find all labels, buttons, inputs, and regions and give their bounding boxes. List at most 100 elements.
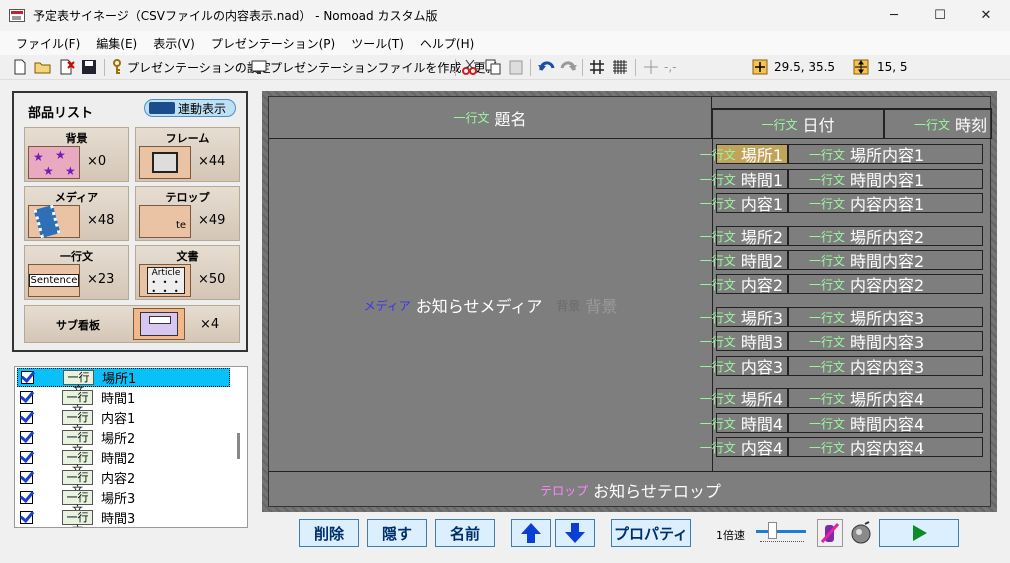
time-text: 時刻 [954,116,987,135]
schedule-label-cell[interactable]: 一行文 内容3 [700,356,788,377]
part-sub-signboard[interactable]: サブ看板 ×4 [24,305,240,343]
schedule-label-cell[interactable]: 一行文 場所3 [700,307,788,328]
layer-type-tag: 一行文 [62,410,93,437]
menu-help[interactable]: ヘルプ(H) [412,35,482,52]
layer-list[interactable]: 一行文 場所1 一行文 時間1 一行文 内容1 一行文 場所2 一行文 時間2 … [14,366,248,528]
mute-button[interactable] [817,519,843,547]
schedule-label-cell[interactable]: 一行文 内容1 [700,193,788,214]
new-file-icon[interactable] [12,58,28,76]
schedule-label-cell[interactable]: 一行文 場所2 [700,226,788,247]
schedule-label-cell[interactable]: 一行文 時間2 [700,250,788,271]
list-item[interactable]: 一行文 場所1 [17,368,230,397]
list-item[interactable]: 一行文 内容2 [17,468,230,497]
minimize-button[interactable]: ─ [871,0,917,31]
speed-slider-track[interactable] [756,530,806,533]
part-background[interactable]: 背景 ★ ★ ★ ★ ×0 [24,127,129,182]
cut-icon[interactable] [462,58,478,76]
title-region[interactable]: 一行文 題名 [269,97,712,139]
schedule-label-cell[interactable]: 一行文 時間3 [700,331,788,352]
schedule-label-cell[interactable]: 一行文 内容4 [700,437,788,458]
stage-area[interactable]: 一行文 題名 一行文 日付 一行文 時刻 メディア お知らせメディア 背景 背景… [262,91,997,512]
sentence-tag: 一行文 [699,172,736,187]
sentence-tag: 一行文 [809,440,846,455]
schedule-content-cell[interactable]: 一行文 場所内容2 [788,226,983,247]
layer-type-tag: 一行文 [62,450,93,477]
schedule-content-cell[interactable]: 一行文 場所内容1 [788,144,983,165]
visible-checkbox[interactable] [20,471,33,484]
list-item[interactable]: 一行文 時間3 [17,508,230,527]
list-item[interactable]: 一行文 場所2 [17,428,230,457]
move-up-button[interactable] [511,519,551,547]
speed-slider-thumb[interactable] [768,522,777,539]
grid-icon[interactable] [589,58,605,76]
visible-checkbox[interactable] [20,431,33,444]
schedule-content-cell[interactable]: 一行文 場所内容4 [788,388,983,409]
schedule-content-cell[interactable]: 一行文 時間内容2 [788,250,983,271]
list-item[interactable]: 一行文 内容1 [17,408,230,437]
time-region[interactable]: 一行文 時刻 [884,109,992,139]
visible-checkbox[interactable] [20,451,33,464]
schedule-content-cell[interactable]: 一行文 場所内容3 [788,307,983,328]
fine-grid-icon[interactable] [612,58,628,76]
schedule-label-cell[interactable]: 一行文 場所4 [700,388,788,409]
media-region[interactable]: メディア お知らせメディア 背景 背景 [269,139,712,471]
header-strip [712,97,992,109]
visible-checkbox[interactable] [21,371,34,384]
menu-presentation[interactable]: プレゼンテーション(P) [203,35,343,52]
part-article[interactable]: 文書 Article • • • • • • ×50 [135,245,240,300]
move-down-button[interactable] [555,519,595,547]
rename-button[interactable]: 名前 [435,519,495,547]
list-item[interactable]: 一行文 時間2 [17,448,230,477]
visible-checkbox[interactable] [20,511,33,524]
schedule-content-cell[interactable]: 一行文 内容内容4 [788,437,983,458]
visible-checkbox[interactable] [20,391,33,404]
layer-scrollbar[interactable] [237,433,240,459]
delete-button[interactable]: 削除 [299,519,359,547]
schedule-content-text: 場所内容4 [850,390,925,409]
close-file-icon[interactable] [58,58,76,76]
schedule-label-text: 内容3 [740,358,783,377]
properties-button[interactable]: プロパティ [611,519,691,547]
link-display-button[interactable]: 連動表示 [144,99,236,117]
schedule-label-cell[interactable]: 一行文 内容2 [700,274,788,295]
schedule-content-cell[interactable]: 一行文 内容内容1 [788,193,983,214]
maximize-button[interactable]: ☐ [917,0,963,31]
create-presentation-button[interactable]: プレゼンテーションファイルを作成・更新 [251,58,497,76]
list-item[interactable]: 一行文 時間1 [17,388,230,417]
sentence-tag: 一行文 [699,147,736,162]
schedule-label-cell[interactable]: 一行文 時間4 [700,413,788,434]
telop-region[interactable]: テロップ お知らせテロップ [269,471,992,508]
schedule-content-cell[interactable]: 一行文 時間内容3 [788,331,983,352]
part-frame[interactable]: フレーム ×44 [135,127,240,182]
schedule-content-text: 場所内容2 [850,228,925,247]
undo-icon[interactable] [537,58,555,76]
schedule-content-cell[interactable]: 一行文 時間内容4 [788,413,983,434]
copy-icon[interactable] [485,58,501,76]
open-folder-icon[interactable] [34,58,52,76]
hide-button[interactable]: 隠す [367,519,427,547]
presentation-settings-button[interactable]: プレゼンテーションの設定 [111,58,271,76]
part-telop[interactable]: テロップ te ×49 [135,186,240,241]
menu-tools[interactable]: ツール(T) [343,35,412,52]
visible-checkbox[interactable] [20,411,33,424]
visible-checkbox[interactable] [20,491,33,504]
save-icon[interactable] [81,58,97,76]
schedule-label-cell[interactable]: 一行文 時間1 [700,169,788,190]
settings-knob-button[interactable] [848,519,874,547]
schedule-content-cell[interactable]: 一行文 内容内容2 [788,274,983,295]
menu-file[interactable]: ファイル(F) [8,35,88,52]
list-item[interactable]: 一行文 場所3 [17,488,230,517]
schedule-content-cell[interactable]: 一行文 時間内容1 [788,169,983,190]
menu-view[interactable]: 表示(V) [145,35,203,52]
part-media[interactable]: メディア ×48 [24,186,129,241]
date-region[interactable]: 一行文 日付 [712,109,884,139]
part-sentence[interactable]: 一行文 Sentence ×23 [24,245,129,300]
canvas[interactable]: 一行文 題名 一行文 日付 一行文 時刻 メディア お知らせメディア 背景 背景… [268,96,992,508]
play-button[interactable] [879,519,959,547]
schedule-content-cell[interactable]: 一行文 内容内容3 [788,356,983,377]
key-icon [113,59,121,74]
schedule-label-cell[interactable]: 一行文 場所1 [700,144,788,165]
close-button[interactable]: ✕ [963,0,1009,31]
menu-edit[interactable]: 編集(E) [88,35,145,52]
speed-label: 1倍速 [716,529,745,542]
